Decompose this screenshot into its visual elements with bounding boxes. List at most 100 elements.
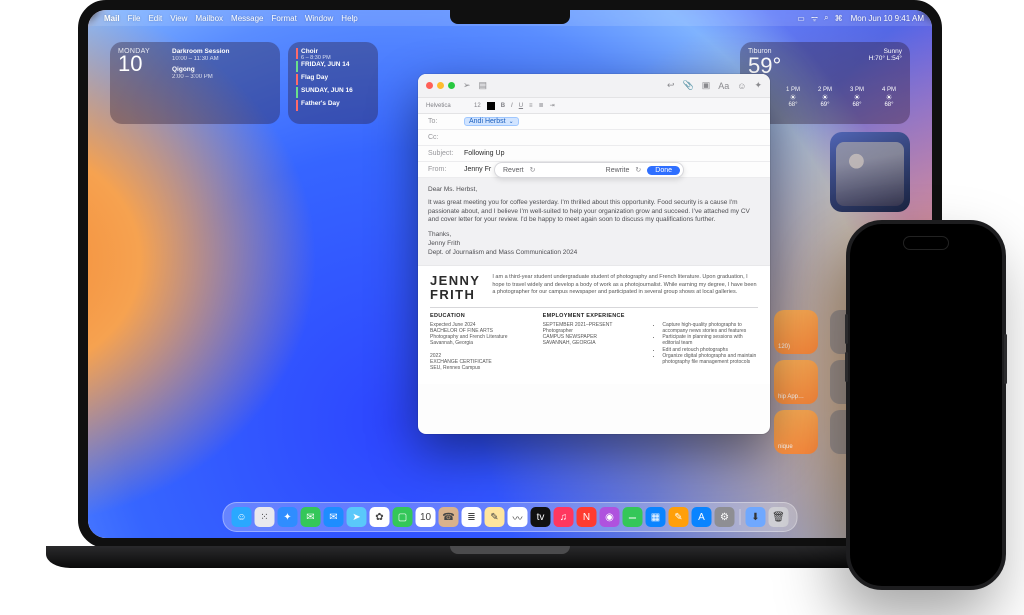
font-family-select[interactable]: Helvetica xyxy=(426,103,468,109)
agenda-item[interactable]: SUNDAY, JUN 16 xyxy=(296,87,370,98)
dock-photos-icon[interactable]: ✿ xyxy=(370,507,390,527)
revert-reload-icon[interactable]: ↻ xyxy=(530,166,536,174)
search-icon[interactable]: ⌕ xyxy=(824,13,828,23)
dock-appstore-icon[interactable]: A xyxy=(692,507,712,527)
cc-field[interactable]: Cc: xyxy=(418,130,770,146)
forecast-hour: 2 PM☀︎69° xyxy=(812,87,838,108)
dock-trash-icon[interactable]: 🗑 xyxy=(769,507,789,527)
subject-field[interactable]: Subject: Following Up xyxy=(418,146,770,162)
dock-mail-icon[interactable]: ✉ xyxy=(324,507,344,527)
agenda-item[interactable]: Choir6 – 8:30 PM xyxy=(296,48,370,59)
rewrite-button[interactable]: Rewrite xyxy=(606,167,630,174)
to-field[interactable]: To: Andi Herbst ⌄ xyxy=(418,114,770,130)
dock-settings-icon[interactable]: ⚙ xyxy=(715,507,735,527)
control-center-icon[interactable]: ⌘ xyxy=(835,14,843,23)
macbook-frame: Mail File Edit View Mailbox Message Format Win… xyxy=(78,0,942,548)
wifi-status-icon[interactable]: ᯤ xyxy=(811,13,818,24)
align-button[interactable]: ≡ xyxy=(529,103,533,109)
forecast-hour: 1 PM☀︎68° xyxy=(780,87,806,108)
dock-keynote-icon[interactable]: ▦ xyxy=(646,507,666,527)
dock-facetime-icon[interactable]: ▢ xyxy=(393,507,413,527)
menubar-item-message[interactable]: Message xyxy=(231,14,263,23)
body-sig-thanks: Thanks, xyxy=(428,231,760,240)
dock-messages-icon[interactable]: ✉ xyxy=(301,507,321,527)
dock-freeform-icon[interactable]: 〰 xyxy=(508,507,528,527)
calendar-day-number: 10 xyxy=(118,53,168,75)
dock-reminders-icon[interactable]: ≣ xyxy=(462,507,482,527)
done-button[interactable]: Done xyxy=(647,166,680,175)
chevron-down-icon[interactable]: ⌄ xyxy=(509,118,514,125)
macbook-hinge xyxy=(46,546,974,568)
tile-b[interactable]: hip App… xyxy=(774,360,818,404)
agenda-item[interactable]: FRIDAY, JUN 14 xyxy=(296,61,370,72)
font-size-select[interactable]: 12 xyxy=(474,103,481,109)
indent-button[interactable]: ⇥ xyxy=(550,102,555,109)
dock-podcasts-icon[interactable]: ◉ xyxy=(600,507,620,527)
menubar-item-help[interactable]: Help xyxy=(341,14,357,23)
dock-pages-icon[interactable]: ✎ xyxy=(669,507,689,527)
reply-icon[interactable]: ↩︎ xyxy=(667,80,675,91)
dock-music-icon[interactable]: ♫ xyxy=(554,507,574,527)
calendar-weekday: MONDAY xyxy=(118,48,168,55)
dock-calendar-icon[interactable]: 10 xyxy=(416,507,436,527)
agenda-item[interactable]: Flag Day xyxy=(296,74,370,85)
rewrite-reload-icon[interactable]: ↻ xyxy=(635,166,641,174)
dock-numbers-icon[interactable]: 𝍡 xyxy=(623,507,643,527)
dock-maps-icon[interactable]: ➤ xyxy=(347,507,367,527)
menubar-app-name[interactable]: Mail xyxy=(104,14,120,23)
macos-desktop: Mail File Edit View Mailbox Message Format Win… xyxy=(88,10,932,538)
calendar-widget[interactable]: MONDAY 10 Darkroom Session10:00 – 11:30 … xyxy=(110,42,280,124)
menubar-item-file[interactable]: File xyxy=(128,14,141,23)
dock-safari-icon[interactable]: ✦ xyxy=(278,507,298,527)
revert-button[interactable]: Revert xyxy=(503,167,524,174)
minimize-button[interactable] xyxy=(437,82,444,89)
menubar-clock[interactable]: Mon Jun 10 9:41 AM xyxy=(851,14,924,23)
to-field-label: To: xyxy=(428,118,458,125)
menubar-item-mailbox[interactable]: Mailbox xyxy=(195,14,223,23)
underline-button[interactable]: U xyxy=(519,103,523,109)
header-options-icon[interactable]: ▤ xyxy=(479,80,488,91)
menubar-item-format[interactable]: Format xyxy=(272,14,297,23)
calendar-event[interactable]: Qigong2:00 – 3:00 PM xyxy=(172,66,272,82)
iphone-volume-up xyxy=(845,314,848,344)
close-button[interactable] xyxy=(426,82,433,89)
calendar-event[interactable]: Darkroom Session10:00 – 11:30 AM xyxy=(172,48,272,64)
tile-c[interactable]: nique xyxy=(774,410,818,454)
dock-contacts-icon[interactable]: ☎ xyxy=(439,507,459,527)
from-field[interactable]: From: Jenny Fr Revert ↻ Rewrite ↻ Done xyxy=(418,162,770,178)
agenda-item[interactable]: Father's Day xyxy=(296,100,370,111)
agenda-widget[interactable]: Choir6 – 8:30 PM FRIDAY, JUN 14 Flag Day SU… xyxy=(288,42,378,124)
menubar-item-window[interactable]: Window xyxy=(305,14,333,23)
menubar-item-view[interactable]: View xyxy=(170,14,187,23)
forecast-hour: 4 PM☀︎68° xyxy=(876,87,902,108)
photos-widget[interactable] xyxy=(830,132,910,212)
body-sig-name: Jenny Frith xyxy=(428,240,760,249)
body-greeting: Dear Ms. Herbst, xyxy=(428,186,760,195)
italic-button[interactable]: I xyxy=(511,103,513,109)
bold-button[interactable]: B xyxy=(501,103,505,109)
emoji-icon[interactable]: ☺ xyxy=(737,81,746,91)
dock-finder-icon[interactable]: ☺ xyxy=(232,507,252,527)
dock-tv-icon[interactable]: tv xyxy=(531,507,551,527)
list-button[interactable]: ≣ xyxy=(539,102,544,109)
resume-bullets: Capture high-quality photographs to acco… xyxy=(655,322,758,366)
dock-notes-icon[interactable]: ✎ xyxy=(485,507,505,527)
attach-icon[interactable]: 📎 xyxy=(683,80,694,91)
window-traffic-lights xyxy=(426,82,455,89)
photo-attach-icon[interactable]: ▣ xyxy=(702,80,711,91)
iphone-volume-down xyxy=(845,352,848,382)
menubar-item-edit[interactable]: Edit xyxy=(148,14,162,23)
forecast-hour: 3 PM☀︎68° xyxy=(844,87,870,108)
battery-status-icon[interactable]: ▭ xyxy=(797,14,805,23)
dock-news-icon[interactable]: N xyxy=(577,507,597,527)
dock-downloads-icon[interactable]: ⬇ xyxy=(746,507,766,527)
format-icon[interactable]: Aa xyxy=(718,81,729,91)
zoom-button[interactable] xyxy=(448,82,455,89)
writing-tools-icon[interactable]: ✦ xyxy=(754,80,762,91)
text-color-swatch[interactable] xyxy=(487,102,495,110)
send-icon[interactable]: ➢ xyxy=(463,80,471,91)
compose-body[interactable]: Dear Ms. Herbst, It was great meeting yo… xyxy=(418,178,770,265)
recipient-token[interactable]: Andi Herbst ⌄ xyxy=(464,117,519,126)
dock-launchpad-icon[interactable]: ⁙ xyxy=(255,507,275,527)
tile-a[interactable]: 120) xyxy=(774,310,818,354)
